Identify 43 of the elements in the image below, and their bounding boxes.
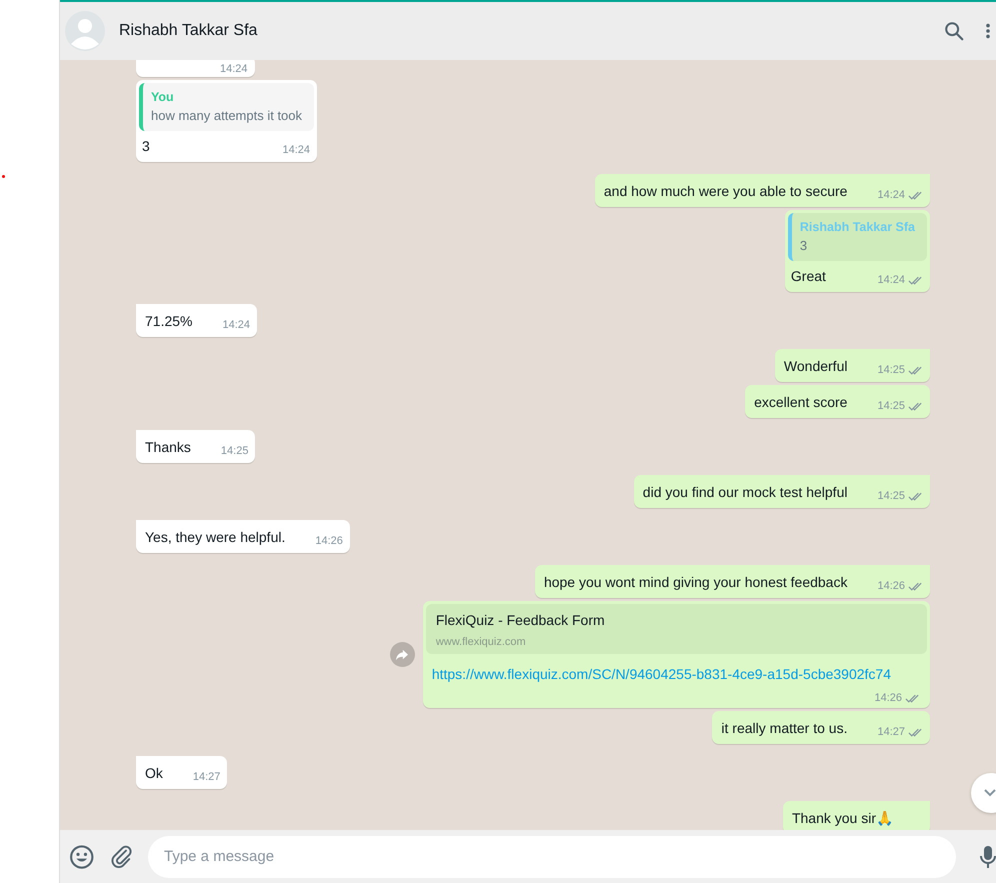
message-time: 14:25 — [877, 489, 905, 504]
dot — [2, 175, 5, 178]
message-time: 14:26 — [877, 579, 905, 594]
quote-author: Rishabh Takkar Sfa — [800, 220, 915, 234]
message-text: Yes, they were helpful. — [145, 528, 286, 547]
message-time: 14:26 — [315, 534, 343, 549]
message-time: 14:24 — [220, 62, 248, 77]
message-time: 14:26 — [874, 692, 902, 704]
preview-domain: www.flexiquiz.com — [436, 636, 527, 648]
quote-text: 3 — [800, 238, 808, 253]
search-icon[interactable] — [943, 20, 965, 42]
message-text: Great — [790, 267, 827, 286]
menu-icon[interactable] — [985, 22, 991, 40]
message-time: 14:27 — [877, 725, 905, 740]
message-text: excellent score — [754, 393, 848, 412]
message-time: 14:25 — [877, 399, 905, 414]
quote-text: how many attempts it took — [151, 108, 302, 123]
message-input[interactable]: Type a message — [148, 836, 956, 878]
message-time: 14:27 — [192, 770, 220, 785]
message-text: Ok — [145, 764, 163, 783]
microphone-icon[interactable] — [980, 844, 996, 868]
quote-author: You — [151, 90, 175, 104]
message-text: Wonderful — [784, 357, 848, 376]
forward-arrow-icon — [395, 648, 410, 660]
preview-title: FlexiQuiz - Feedback Form — [436, 612, 606, 628]
message-time: 14:24 — [282, 143, 310, 158]
message-time: 14:24 — [222, 318, 250, 333]
message-text: 71.25% — [145, 312, 192, 331]
contact-name[interactable]: Rishabh Takkar Sfa — [119, 22, 258, 40]
message-time: 14:25 — [220, 444, 248, 459]
message-text: hope you wont mind giving your honest feedback — [544, 573, 848, 592]
paperclip-icon[interactable] — [108, 844, 134, 870]
message-time: 14:25 — [877, 363, 905, 378]
message-text: did you find our mock test helpful — [642, 483, 848, 502]
message-text: and how much were you able to secure — [604, 182, 848, 201]
message-text: Thank you sir🙏 — [792, 809, 893, 828]
message-time: 14:24 — [877, 273, 905, 288]
message-text: it really matter to us. — [721, 719, 848, 738]
smiley-icon[interactable] — [69, 844, 94, 870]
message-text: Thanks — [145, 438, 191, 457]
message-text: 3 — [142, 137, 151, 156]
message-time: 14:24 — [877, 188, 905, 203]
chevron-down-icon — [983, 788, 996, 798]
